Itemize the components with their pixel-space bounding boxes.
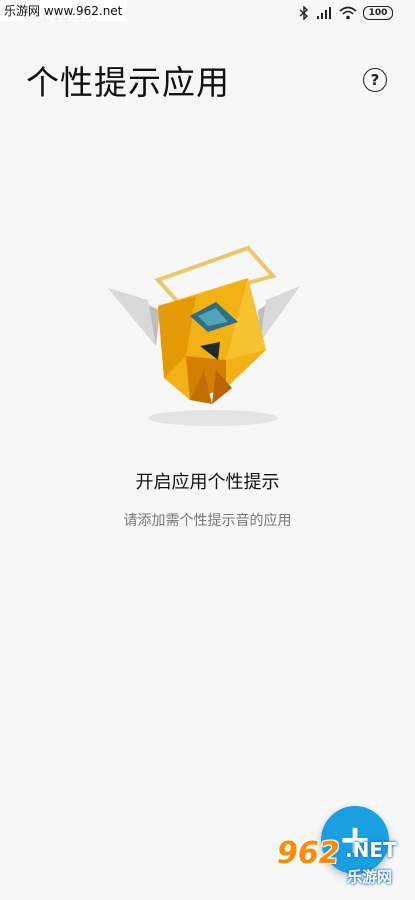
help-button[interactable]: ? xyxy=(363,68,387,92)
watermark-suffix: .NET xyxy=(345,838,397,862)
battery-level: 100 xyxy=(368,8,388,18)
help-icon: ? xyxy=(370,71,380,89)
page-title: 个性提示应用 xyxy=(26,63,230,102)
watermark-bottom: 962 .NET 乐游网 xyxy=(277,832,407,892)
watermark-cn: 乐游网 xyxy=(347,868,393,886)
mascot-illustration xyxy=(108,245,300,426)
bluetooth-icon xyxy=(299,6,309,20)
watermark-top: 乐游网 www.962.net xyxy=(0,0,127,21)
empty-state-subtitle: 请添加需个性提示音的应用 xyxy=(123,513,292,529)
status-icons: 100 xyxy=(299,6,393,20)
watermark-number: 962 xyxy=(277,836,340,871)
hd-signal-icon xyxy=(317,7,331,19)
battery-icon: 100 xyxy=(363,6,393,20)
wifi-icon xyxy=(339,6,357,20)
empty-state-title: 开启应用个性提示 xyxy=(135,472,280,493)
